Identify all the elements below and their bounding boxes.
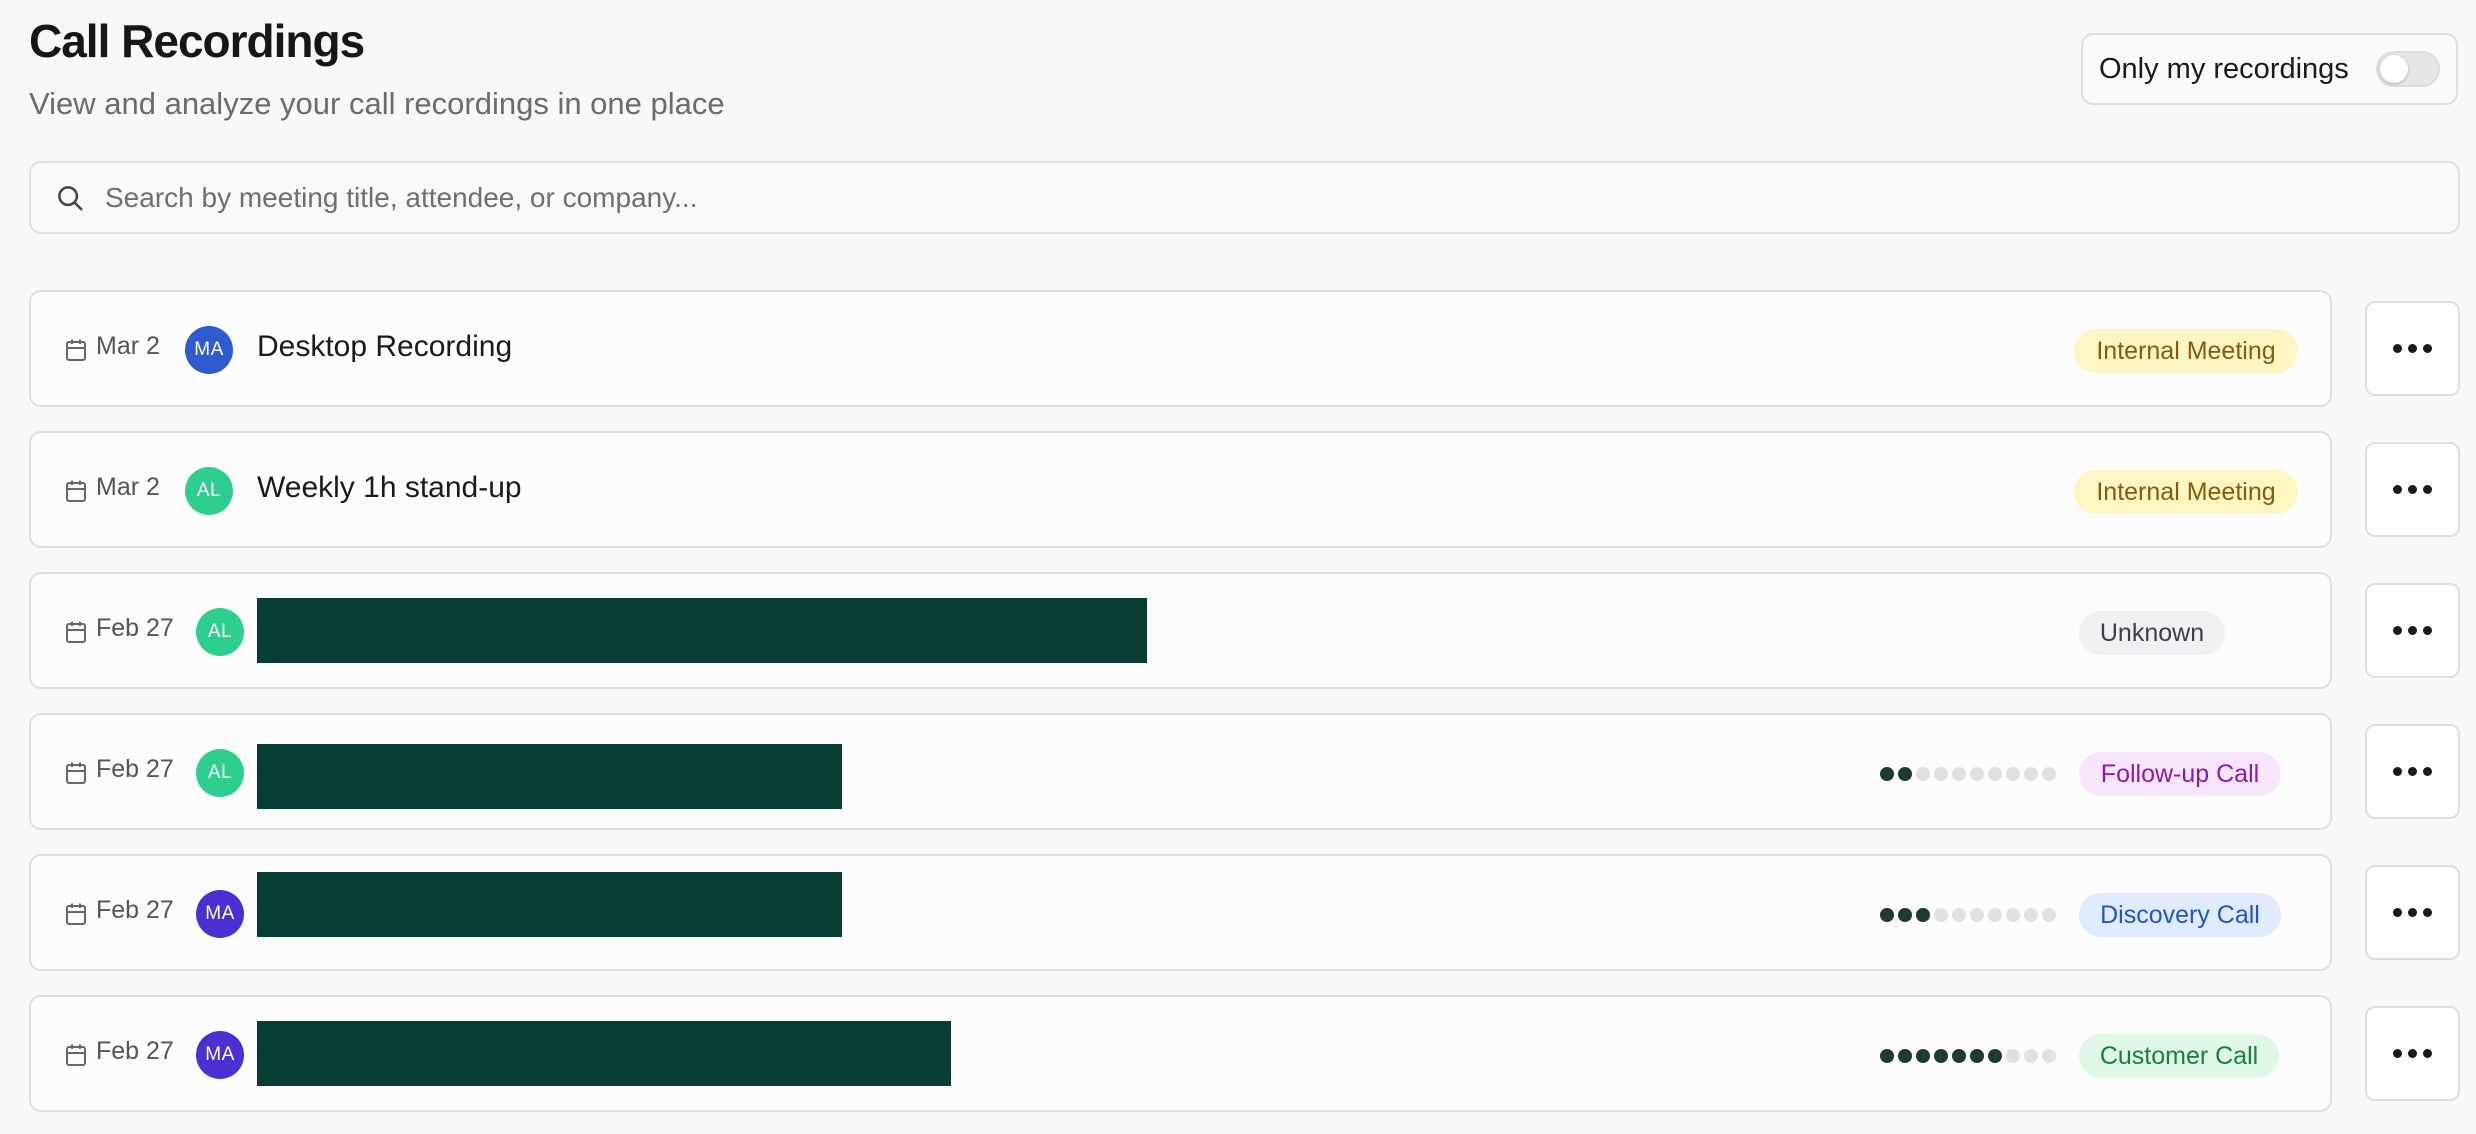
avatar-initials: MA xyxy=(205,1044,235,1065)
search-bar[interactable] xyxy=(29,161,2460,234)
score-dot xyxy=(2042,767,2056,781)
recording-row[interactable]: Feb 27 AL Follow-up Call xyxy=(29,713,2332,830)
recording-date: Feb 27 xyxy=(96,755,174,783)
score-dot xyxy=(2006,1049,2020,1063)
avatar-initials: AL xyxy=(207,621,233,642)
recording-date: Mar 2 xyxy=(96,473,160,501)
call-type-badge: Unknown xyxy=(2079,611,2225,655)
recording-date: Mar 2 xyxy=(96,332,160,360)
avatar: AL xyxy=(185,467,233,515)
recording-row[interactable]: Feb 27 MA Customer Call xyxy=(29,995,2332,1112)
score-dot xyxy=(1898,908,1912,922)
recording-date: Feb 27 xyxy=(96,614,174,642)
more-options-button[interactable] xyxy=(2365,865,2460,960)
score-indicator xyxy=(1880,1049,2056,1063)
score-dot xyxy=(1952,908,1966,922)
score-dot xyxy=(1934,1049,1948,1063)
search-icon xyxy=(58,185,83,210)
only-my-recordings-toggle[interactable]: Only my recordings xyxy=(2081,33,2458,105)
score-dot xyxy=(1934,908,1948,922)
recording-row[interactable]: Mar 2 MA Desktop Recording Internal Meeting xyxy=(29,290,2332,407)
recording-date: Feb 27 xyxy=(96,1037,174,1065)
recording-title[interactable]: Desktop Recording xyxy=(257,330,512,364)
score-dot xyxy=(1952,767,1966,781)
score-indicator xyxy=(1880,908,2056,922)
score-indicator xyxy=(1880,767,2056,781)
more-horizontal-icon xyxy=(2393,626,2432,635)
more-options-button[interactable] xyxy=(2365,583,2460,678)
score-dot xyxy=(2006,908,2020,922)
call-type-badge: Discovery Call xyxy=(2079,893,2281,937)
recording-row[interactable]: Feb 27 MA Discovery Call xyxy=(29,854,2332,971)
search-input[interactable] xyxy=(103,180,2307,215)
recording-title-redacted[interactable] xyxy=(257,744,842,809)
score-dot xyxy=(1988,1049,2002,1063)
score-dot xyxy=(1916,1049,1930,1063)
score-dot xyxy=(1970,767,1984,781)
more-horizontal-icon xyxy=(2393,1049,2432,1058)
toggle-knob xyxy=(2380,55,2408,83)
calendar-icon xyxy=(66,903,86,925)
score-dot xyxy=(1916,908,1930,922)
avatar: MA xyxy=(196,890,244,938)
recording-title-redacted[interactable] xyxy=(257,598,1147,663)
score-dot xyxy=(1880,1049,1894,1063)
recording-title[interactable]: Weekly 1h stand-up xyxy=(257,471,522,505)
more-options-button[interactable] xyxy=(2365,301,2460,396)
score-dot xyxy=(1952,1049,1966,1063)
more-options-button[interactable] xyxy=(2365,724,2460,819)
avatar-initials: MA xyxy=(205,903,235,924)
calendar-icon xyxy=(66,762,86,784)
avatar: AL xyxy=(196,608,244,656)
score-dot xyxy=(2024,908,2038,922)
score-dot xyxy=(1934,767,1948,781)
avatar-initials: AL xyxy=(207,762,233,783)
score-dot xyxy=(2006,767,2020,781)
call-type-badge: Customer Call xyxy=(2079,1034,2279,1078)
score-dot xyxy=(2024,767,2038,781)
calendar-icon xyxy=(66,339,86,361)
score-dot xyxy=(1880,767,1894,781)
page-subtitle: View and analyze your call recordings in… xyxy=(29,86,725,121)
score-dot xyxy=(1916,767,1930,781)
toggle-switch[interactable] xyxy=(2376,51,2440,87)
recording-row[interactable]: Feb 27 AL Unknown xyxy=(29,572,2332,689)
calendar-icon xyxy=(66,621,86,643)
more-options-button[interactable] xyxy=(2365,442,2460,537)
score-dot xyxy=(2042,908,2056,922)
recording-title-redacted[interactable] xyxy=(257,1021,951,1086)
more-options-button[interactable] xyxy=(2365,1006,2460,1101)
score-dot xyxy=(1880,908,1894,922)
page-title: Call Recordings xyxy=(29,15,365,67)
call-type-badge: Follow-up Call xyxy=(2079,752,2281,796)
score-dot xyxy=(1970,908,1984,922)
calendar-icon xyxy=(66,1044,86,1066)
score-dot xyxy=(1988,767,2002,781)
more-horizontal-icon xyxy=(2393,344,2432,353)
avatar: AL xyxy=(196,749,244,797)
recording-row[interactable]: Mar 2 AL Weekly 1h stand-up Internal Meetin… xyxy=(29,431,2332,548)
avatar-initials: MA xyxy=(194,339,224,360)
more-horizontal-icon xyxy=(2393,767,2432,776)
avatar: MA xyxy=(196,1031,244,1079)
score-dot xyxy=(1988,908,2002,922)
score-dot xyxy=(1898,1049,1912,1063)
recording-title-redacted[interactable] xyxy=(257,872,842,937)
score-dot xyxy=(1970,1049,1984,1063)
calendar-icon xyxy=(66,480,86,502)
score-dot xyxy=(2024,1049,2038,1063)
score-dot xyxy=(1898,767,1912,781)
more-horizontal-icon xyxy=(2393,908,2432,917)
avatar: MA xyxy=(185,326,233,374)
recording-date: Feb 27 xyxy=(96,896,174,924)
call-type-badge: Internal Meeting xyxy=(2074,329,2298,373)
score-dot xyxy=(2042,1049,2056,1063)
avatar-initials: AL xyxy=(196,480,222,501)
more-horizontal-icon xyxy=(2393,485,2432,494)
call-type-badge: Internal Meeting xyxy=(2074,470,2298,514)
toggle-label: Only my recordings xyxy=(2099,52,2349,85)
